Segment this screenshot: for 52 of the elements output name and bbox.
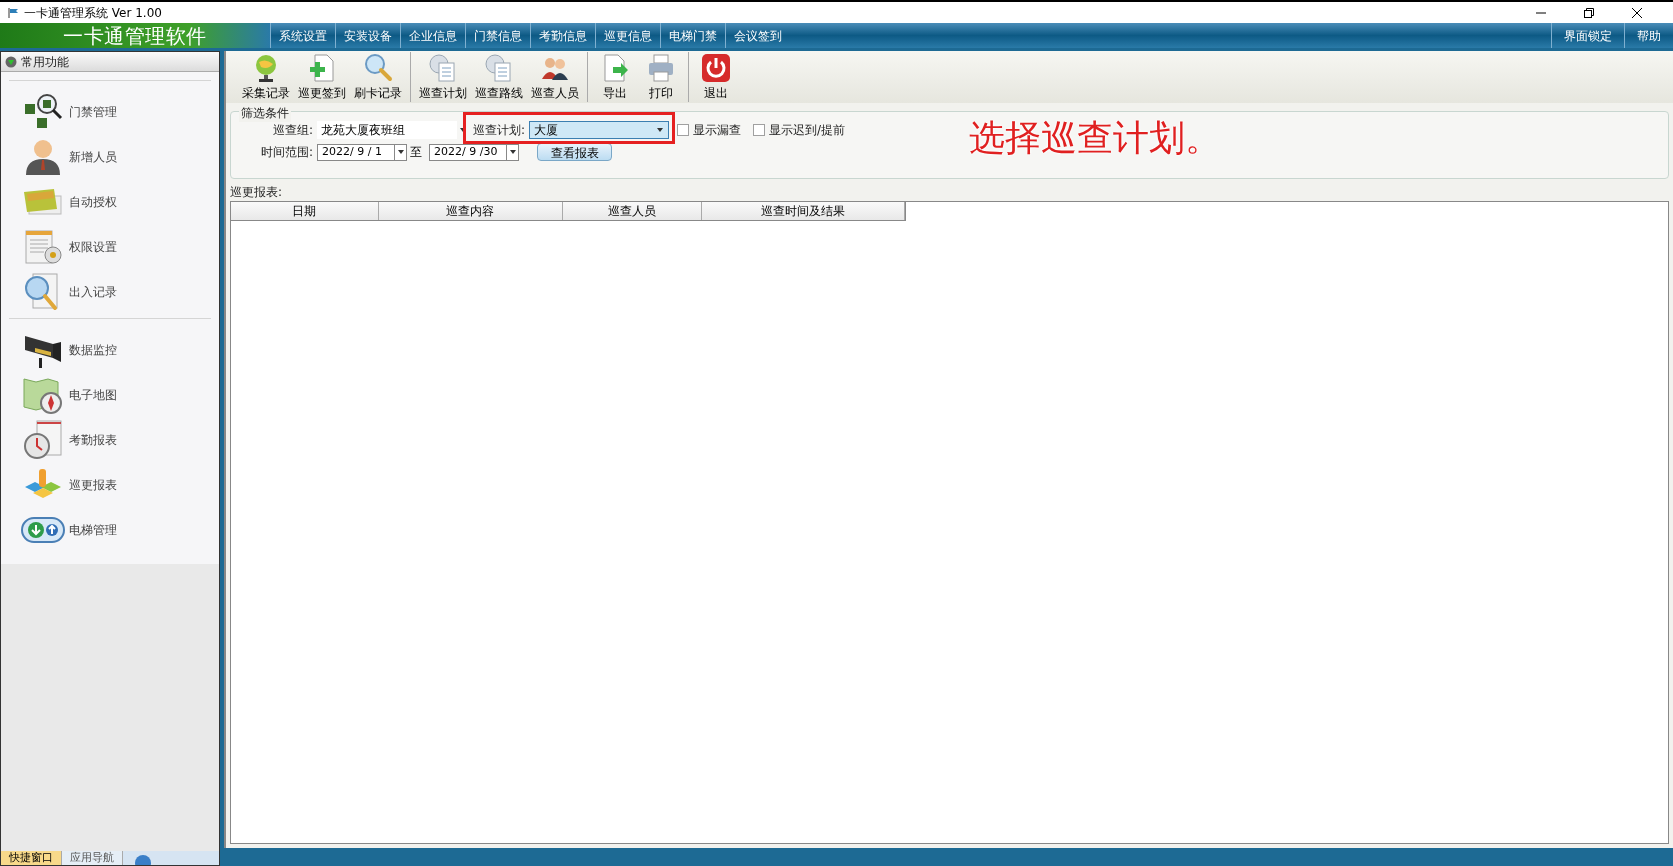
sidebar-item[interactable]: 自动授权	[9, 179, 211, 224]
toolbar-button[interactable]: 巡更签到	[294, 52, 350, 102]
window-title: 一卡通管理系统 Ver 1.00	[24, 4, 162, 22]
toolbar-button[interactable]: 导出	[592, 52, 638, 102]
checkbox-label: 显示迟到/提前	[769, 122, 846, 139]
field-label: 巡查组:	[271, 122, 313, 139]
toolbar-button[interactable]: 巡查计划	[415, 52, 471, 102]
field-label: 巡查计划:	[473, 122, 526, 139]
menu-item[interactable]: 巡更信息	[595, 23, 660, 48]
group-title: 筛选条件	[239, 104, 291, 122]
sidebar-tab[interactable]: 快捷窗口	[1, 851, 62, 865]
toolbar-button[interactable]: 巡查路线	[471, 52, 527, 102]
toolbar-button[interactable]: 刷卡记录	[350, 52, 406, 102]
annotation: 选择巡查计划。	[969, 116, 1222, 160]
menu-item[interactable]: 门禁信息	[465, 23, 530, 48]
menu-item[interactable]: 电梯门禁	[660, 23, 725, 48]
plan-dropdown[interactable]: 大厦	[529, 121, 670, 139]
sidebar-item[interactable]: 出入记录	[9, 269, 211, 314]
field-label: 时间范围:	[259, 144, 313, 161]
menu-item[interactable]: 考勤信息	[530, 23, 595, 48]
toolbar-button[interactable]: 打印	[638, 52, 684, 102]
toolbar-button[interactable]: 退出	[693, 52, 739, 102]
sidebar-item[interactable]: 考勤报表	[9, 417, 211, 462]
group-dropdown[interactable]: 龙苑大厦夜班组	[317, 121, 457, 139]
date-picker[interactable]: 2022/ 9 / 1	[317, 143, 407, 161]
menu-item[interactable]: 企业信息	[400, 23, 465, 48]
field-label: 至	[410, 144, 422, 161]
sidebar-item[interactable]: 电梯管理	[9, 507, 211, 552]
column-header[interactable]: 巡查内容	[378, 202, 563, 220]
checkbox-label: 显示漏查	[693, 122, 742, 139]
section-title: 巡更报表:	[230, 184, 284, 201]
date-picker[interactable]: 2022/ 9 /30	[429, 143, 519, 161]
menu-item[interactable]: 安装设备	[335, 23, 400, 48]
sidebar-item[interactable]: 电子地图	[9, 372, 211, 417]
toolbar-button[interactable]: 巡查人员	[527, 52, 583, 102]
sidebar-item[interactable]: 新增人员	[9, 134, 211, 179]
sidebar-tab[interactable]: 应用导航	[62, 851, 123, 865]
menu-item[interactable]: 界面锁定	[1551, 23, 1624, 48]
sidebar-item[interactable]: 门禁管理	[9, 89, 211, 134]
column-header[interactable]: 巡查人员	[562, 202, 703, 220]
menu-item[interactable]: 帮助	[1624, 23, 1673, 48]
column-header[interactable]: 日期	[231, 202, 379, 220]
sidebar-title: 常用功能	[21, 53, 69, 71]
column-header[interactable]: 巡查时间及结果	[702, 202, 905, 220]
menu-item[interactable]: 系统设置	[270, 23, 335, 48]
app-name: 一卡通管理软件	[63, 22, 207, 50]
sidebar-item[interactable]: 权限设置	[9, 224, 211, 269]
sidebar-item[interactable]: 巡更报表	[9, 462, 211, 507]
menu-item[interactable]: 会议签到	[725, 23, 790, 48]
sidebar-header[interactable]: 常用功能	[1, 52, 219, 72]
toolbar-button[interactable]: 采集记录	[238, 52, 294, 102]
sidebar-item[interactable]: 数据监控	[9, 327, 211, 372]
